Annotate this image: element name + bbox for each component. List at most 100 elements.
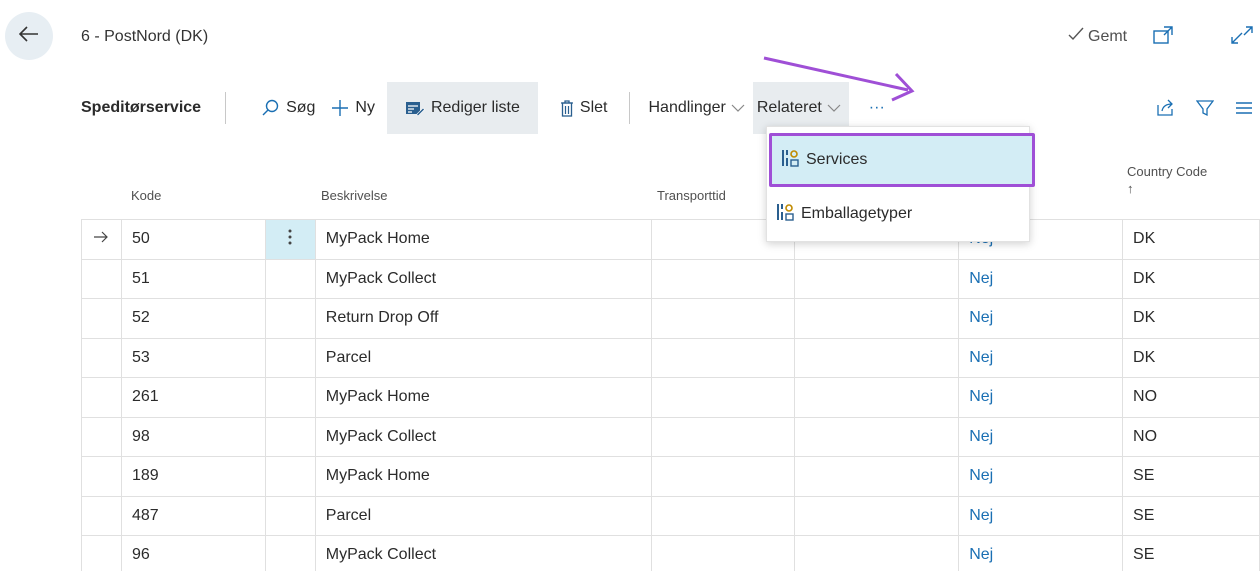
table-row[interactable]: 261 MyPack Home Nej NO xyxy=(81,377,1260,418)
vertical-ellipsis-icon[interactable] xyxy=(288,229,292,250)
cell-empty[interactable] xyxy=(794,535,960,571)
row-indicator[interactable] xyxy=(81,535,122,571)
cell-transit-time[interactable] xyxy=(651,259,796,299)
row-menu[interactable] xyxy=(265,298,316,339)
filter-icon[interactable] xyxy=(1196,99,1214,117)
cell-flag[interactable]: Nej xyxy=(958,456,1124,497)
table-row[interactable]: 96 MyPack Collect Nej SE xyxy=(81,535,1260,571)
cell-code[interactable]: 51 xyxy=(121,259,266,299)
cell-description[interactable]: Return Drop Off xyxy=(315,298,652,339)
cell-code[interactable]: 96 xyxy=(121,535,266,571)
menu-item-services[interactable]: Services xyxy=(769,133,1035,187)
cell-transit-time[interactable] xyxy=(651,496,796,536)
search-button[interactable]: Søg xyxy=(226,82,323,134)
cell-empty[interactable] xyxy=(794,417,960,457)
row-menu[interactable] xyxy=(265,377,316,418)
cell-flag[interactable]: Nej xyxy=(958,259,1124,299)
row-indicator[interactable] xyxy=(81,496,122,536)
row-indicator[interactable] xyxy=(81,338,122,378)
table-row[interactable]: 189 MyPack Home Nej SE xyxy=(81,456,1260,497)
column-header-country-code[interactable]: Country Code ↑ xyxy=(1127,164,1207,196)
column-header-code[interactable]: Kode xyxy=(131,188,161,203)
cell-flag[interactable]: Nej xyxy=(958,417,1124,457)
cell-description[interactable]: MyPack Home xyxy=(315,456,652,497)
saved-label: Gemt xyxy=(1088,27,1128,45)
search-icon xyxy=(262,99,280,117)
row-indicator[interactable] xyxy=(81,298,122,339)
cell-code[interactable]: 261 xyxy=(121,377,266,418)
table-row[interactable]: 53 Parcel Nej DK xyxy=(81,338,1260,378)
cell-transit-time[interactable] xyxy=(651,535,796,571)
cell-transit-time[interactable] xyxy=(651,377,796,418)
share-icon[interactable] xyxy=(1156,99,1174,117)
table-row[interactable]: 50MyPack HomeNejDK xyxy=(81,219,1260,260)
menu-item-packaging-types[interactable]: Emballagetyper xyxy=(767,189,1029,239)
cell-description[interactable]: MyPack Collect xyxy=(315,417,652,457)
cell-empty[interactable] xyxy=(794,338,960,378)
cell-code[interactable]: 98 xyxy=(121,417,266,457)
cell-description[interactable]: MyPack Collect xyxy=(315,535,652,571)
cell-description[interactable]: Parcel xyxy=(315,496,652,536)
cell-country-code[interactable]: DK xyxy=(1122,338,1260,378)
row-menu[interactable] xyxy=(265,496,316,536)
cell-code[interactable]: 52 xyxy=(121,298,266,339)
cell-country-code[interactable]: DK xyxy=(1122,298,1260,339)
cell-transit-time[interactable] xyxy=(651,456,796,497)
row-indicator[interactable] xyxy=(81,219,122,260)
row-menu[interactable] xyxy=(265,338,316,378)
cell-flag[interactable]: Nej xyxy=(958,298,1124,339)
cell-description[interactable]: MyPack Home xyxy=(315,377,652,418)
row-menu[interactable] xyxy=(265,417,316,457)
row-indicator[interactable] xyxy=(81,259,122,299)
cell-empty[interactable] xyxy=(794,377,960,418)
cell-flag[interactable]: Nej xyxy=(958,377,1124,418)
cell-country-code[interactable]: SE xyxy=(1122,496,1260,536)
back-button[interactable] xyxy=(5,12,53,60)
list-view-icon[interactable] xyxy=(1236,101,1252,115)
column-header-transit-time[interactable]: Transporttid xyxy=(657,188,726,203)
row-menu[interactable] xyxy=(265,259,316,299)
row-indicator[interactable] xyxy=(81,417,122,457)
cell-flag[interactable]: Nej xyxy=(958,338,1124,378)
cell-code[interactable]: 189 xyxy=(121,456,266,497)
cell-empty[interactable] xyxy=(794,456,960,497)
edit-list-button[interactable]: Rediger liste xyxy=(386,82,538,134)
page-title: 6 - PostNord (DK) xyxy=(81,28,209,45)
cell-code[interactable]: 50 xyxy=(121,219,266,260)
cell-country-code[interactable]: NO xyxy=(1122,377,1260,418)
table-row[interactable]: 51 MyPack Collect Nej DK xyxy=(81,259,1260,299)
cell-empty[interactable] xyxy=(794,259,960,299)
cell-description[interactable]: MyPack Home xyxy=(315,219,652,260)
cell-code[interactable]: 487 xyxy=(121,496,266,536)
cell-country-code[interactable]: NO xyxy=(1122,417,1260,457)
cell-flag[interactable]: Nej xyxy=(958,496,1124,536)
cell-country-code[interactable]: DK xyxy=(1122,219,1260,260)
cell-country-code[interactable]: SE xyxy=(1122,456,1260,497)
cell-description[interactable]: Parcel xyxy=(315,338,652,378)
actions-menu[interactable]: Handlinger xyxy=(630,82,752,134)
table-row[interactable]: 52 Return Drop Off Nej DK xyxy=(81,298,1260,339)
row-menu[interactable] xyxy=(265,456,316,497)
cell-country-code[interactable]: DK xyxy=(1122,259,1260,299)
open-in-new-window-icon[interactable] xyxy=(1152,25,1174,50)
cell-transit-time[interactable] xyxy=(651,338,796,378)
delete-button[interactable]: Slet xyxy=(538,82,630,134)
cell-empty[interactable] xyxy=(794,298,960,339)
column-header-description[interactable]: Beskrivelse xyxy=(321,188,387,203)
row-indicator[interactable] xyxy=(81,456,122,497)
new-button[interactable]: Ny xyxy=(323,82,383,134)
cell-transit-time[interactable] xyxy=(651,298,796,339)
table-row[interactable]: 487 Parcel Nej SE xyxy=(81,496,1260,536)
cell-flag[interactable]: Nej xyxy=(958,535,1124,571)
cell-transit-time[interactable] xyxy=(651,417,796,457)
cell-description[interactable]: MyPack Collect xyxy=(315,259,652,299)
cell-country-code[interactable]: SE xyxy=(1122,535,1260,571)
cell-code[interactable]: 53 xyxy=(121,338,266,378)
table-row[interactable]: 98 MyPack Collect Nej NO xyxy=(81,417,1260,457)
row-indicator[interactable] xyxy=(81,377,122,418)
cell-empty[interactable] xyxy=(794,496,960,536)
country-code-label: Country Code xyxy=(1127,164,1208,179)
row-menu[interactable] xyxy=(265,535,316,571)
expand-icon[interactable] xyxy=(1230,25,1254,50)
row-menu[interactable] xyxy=(265,219,316,260)
